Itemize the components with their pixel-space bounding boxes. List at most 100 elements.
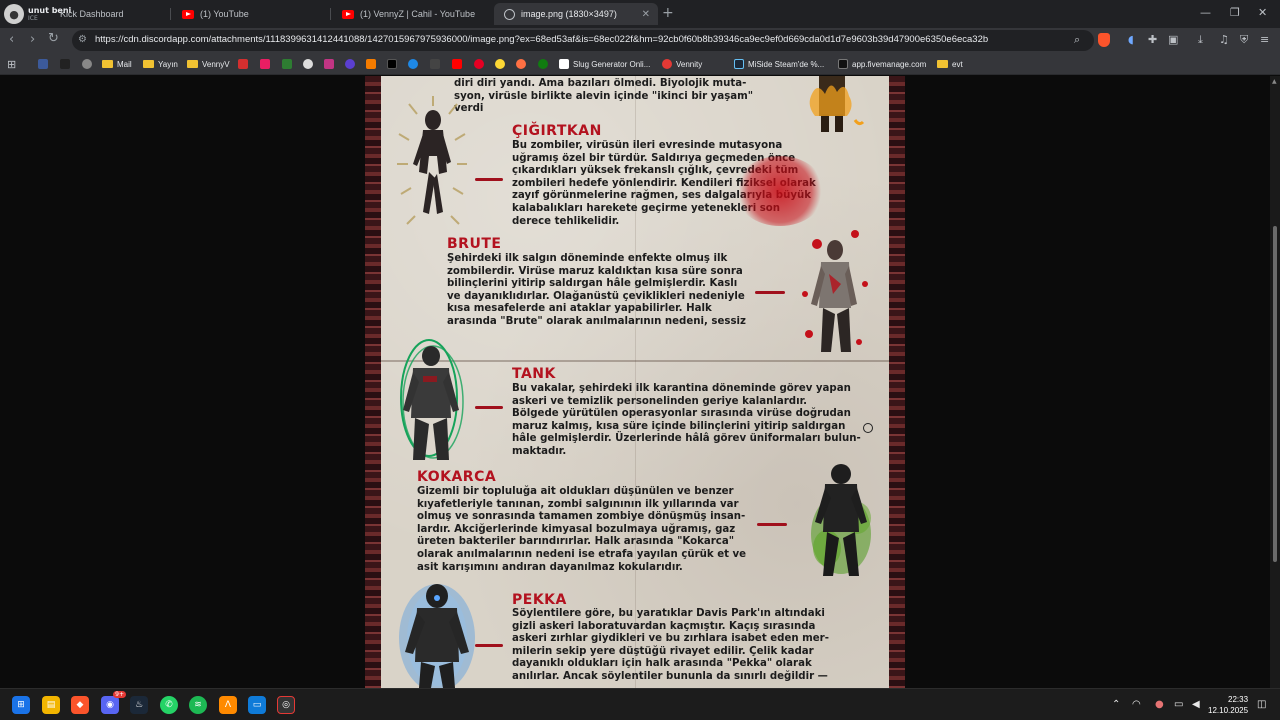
- bookmark-fivemanage[interactable]: app.fivemanage.com: [838, 57, 926, 71]
- bookmark-vennyv[interactable]: VennyV: [187, 57, 230, 71]
- scrollbar-thumb[interactable]: [1273, 226, 1277, 562]
- volume-icon[interactable]: ◀: [1192, 699, 1200, 710]
- pinterest-icon[interactable]: [474, 57, 484, 71]
- vertical-scrollbar[interactable]: ▲: [1270, 76, 1280, 688]
- bookmarks-bar: ⊞ Mail Yayın VennyV Slug Generator Onli.…: [0, 53, 1280, 75]
- steam-icon[interactable]: ♨: [130, 696, 148, 714]
- bookmark-miside-steam[interactable]: MiSide Steam'de %...: [734, 57, 824, 71]
- zombie-document-image[interactable]: diri diri yandı. Ama bazıları ölmedi. Bi…: [365, 76, 905, 688]
- microphone-icon[interactable]: ●: [1155, 699, 1164, 710]
- globe-icon: [504, 8, 515, 20]
- close-tab-icon[interactable]: ✕: [642, 9, 650, 20]
- bookmark-icon-4[interactable]: [238, 57, 248, 71]
- forward-icon[interactable]: ›: [30, 32, 35, 47]
- headset-icon[interactable]: ◠: [1132, 699, 1141, 710]
- bookmark-icon-5[interactable]: [260, 57, 270, 71]
- brave-shields-icon[interactable]: [1098, 33, 1110, 47]
- app-icon-a[interactable]: Λ: [219, 696, 237, 714]
- youtube-icon: [182, 9, 194, 19]
- bookmark-slug-generator[interactable]: Slug Generator Onli...: [559, 57, 650, 71]
- close-window-icon[interactable]: ✕: [1258, 6, 1267, 19]
- notifications-icon[interactable]: ◫: [1257, 699, 1266, 710]
- section-title-cigirtkan: ÇIĞIRTKAN: [512, 123, 602, 139]
- scroll-up-icon[interactable]: ▲: [1272, 78, 1277, 85]
- windows-start-icon[interactable]: ⊞: [12, 696, 30, 714]
- bookmark-icon-2[interactable]: [60, 57, 70, 71]
- section-divider: [475, 178, 503, 181]
- obs-icon[interactable]: ◎: [277, 696, 295, 714]
- section-title-kokarca: KOKARCA: [417, 469, 497, 485]
- menu-icon[interactable]: ≡: [1260, 33, 1269, 46]
- section-divider: [757, 523, 787, 526]
- minimize-icon[interactable]: —: [1200, 6, 1211, 19]
- bookmark-icon-9[interactable]: [366, 57, 376, 71]
- network-icon[interactable]: ▭: [1174, 699, 1183, 710]
- apps-icon[interactable]: ⊞: [7, 57, 16, 71]
- tab-youtube[interactable]: (1) YouTube: [172, 3, 328, 25]
- section-title-brute: BRUTE: [447, 236, 502, 252]
- show-hidden-icons[interactable]: ⌃: [1112, 699, 1120, 710]
- leo-icon[interactable]: ◖: [1128, 33, 1134, 46]
- clock-date: 12.10.2025: [1208, 706, 1249, 715]
- folder-icon: [937, 60, 948, 68]
- intro-text: diri diri yandı. Ama bazıları ölmedi. Bi…: [454, 78, 754, 115]
- clock[interactable]: 22:33 12.10.2025: [1208, 694, 1248, 716]
- x-icon[interactable]: [387, 57, 397, 71]
- extensions-icon[interactable]: ✚: [1148, 33, 1157, 46]
- clock-time: 22:33: [1228, 695, 1249, 704]
- file-explorer-icon[interactable]: ▤: [42, 696, 60, 714]
- vpn-icon[interactable]: ⛨: [1240, 33, 1248, 47]
- burning-zombie-figure: [797, 76, 867, 140]
- youtube-icon: [342, 9, 354, 19]
- url-text: https://cdn.discordapp.com/attachments/1…: [95, 34, 989, 45]
- bookmark-icon-1[interactable]: [38, 57, 48, 71]
- reload-icon[interactable]: ↻: [48, 31, 59, 46]
- bookmark-vennity[interactable]: Vennity: [662, 57, 702, 71]
- app-icon-monitor[interactable]: ▭: [248, 696, 266, 714]
- instagram-icon[interactable]: [324, 57, 334, 71]
- tank-zombie-figure: [391, 338, 471, 472]
- toolbar: ‹ › ↻ ⚙ https://cdn.discordapp.com/attac…: [0, 28, 1280, 53]
- bookmark-yayin[interactable]: Yayın: [143, 57, 178, 71]
- spotify-icon[interactable]: ≋: [189, 696, 207, 714]
- back-icon[interactable]: ‹: [9, 32, 14, 47]
- restore-icon[interactable]: ❐: [1230, 6, 1240, 19]
- folder-icon: [102, 60, 113, 68]
- bookmark-icon-7[interactable]: [303, 57, 313, 71]
- tab-image-png[interactable]: image.png (1830×3497) ✕: [494, 3, 658, 25]
- tab-kick-dashboard[interactable]: Kick Dashboard: [50, 3, 170, 25]
- new-tab-button[interactable]: +: [662, 5, 674, 21]
- taskbar: ⊞ ▤ ◆ ◉ 9+ ♨ ✆ ≋ Λ ▭ ◎ ⌃ ◠ ● ▭ ◀ 22:33 1…: [0, 688, 1280, 720]
- media-icon[interactable]: ♫: [1219, 33, 1229, 46]
- section-title-tank: TANK: [512, 366, 556, 382]
- bookmark-icon-11[interactable]: [430, 57, 440, 71]
- site-info-icon[interactable]: ⚙: [78, 34, 87, 45]
- brave-taskbar-icon[interactable]: ◆: [71, 696, 89, 714]
- zoom-icon[interactable]: ⌕: [1074, 33, 1080, 47]
- discord-icon[interactable]: ◉ 9+: [101, 691, 126, 714]
- torn-border-left: [365, 76, 381, 688]
- whatsapp-icon[interactable]: ✆: [160, 696, 178, 714]
- section-text-kokarca: Gizemli bir topluluğa ait oldukları düşü…: [417, 486, 747, 573]
- brute-zombie-figure: [795, 224, 875, 363]
- youtube-bookmark-icon[interactable]: [452, 57, 462, 71]
- folder-icon: [187, 60, 198, 68]
- tab-label: (1) YouTube: [200, 9, 249, 19]
- tab-vennyz-youtube[interactable]: (1) VennyZ | Cahil - YouTube: [332, 3, 492, 25]
- bookmark-icon-10[interactable]: [408, 57, 418, 71]
- xbox-icon[interactable]: [538, 57, 548, 71]
- address-bar[interactable]: ⚙ https://cdn.discordapp.com/attachments…: [72, 30, 1094, 51]
- bookmark-icon-13[interactable]: [516, 57, 526, 71]
- screamer-zombie-figure: [393, 94, 473, 243]
- tab-label: image.png (1830×3497): [521, 9, 617, 19]
- blood-splatter: [735, 156, 825, 226]
- sidebar-icon[interactable]: ▣: [1168, 33, 1178, 46]
- bookmark-evt[interactable]: evt: [937, 57, 963, 71]
- bookmark-icon-8[interactable]: [345, 57, 355, 71]
- download-icon[interactable]: ⤓: [1198, 33, 1203, 47]
- folder-icon: [143, 60, 154, 68]
- bookmark-icon-3[interactable]: [82, 57, 92, 71]
- bookmark-icon-12[interactable]: [495, 57, 505, 71]
- bookmark-mail[interactable]: Mail: [102, 57, 132, 71]
- bookmark-icon-6[interactable]: [282, 57, 292, 71]
